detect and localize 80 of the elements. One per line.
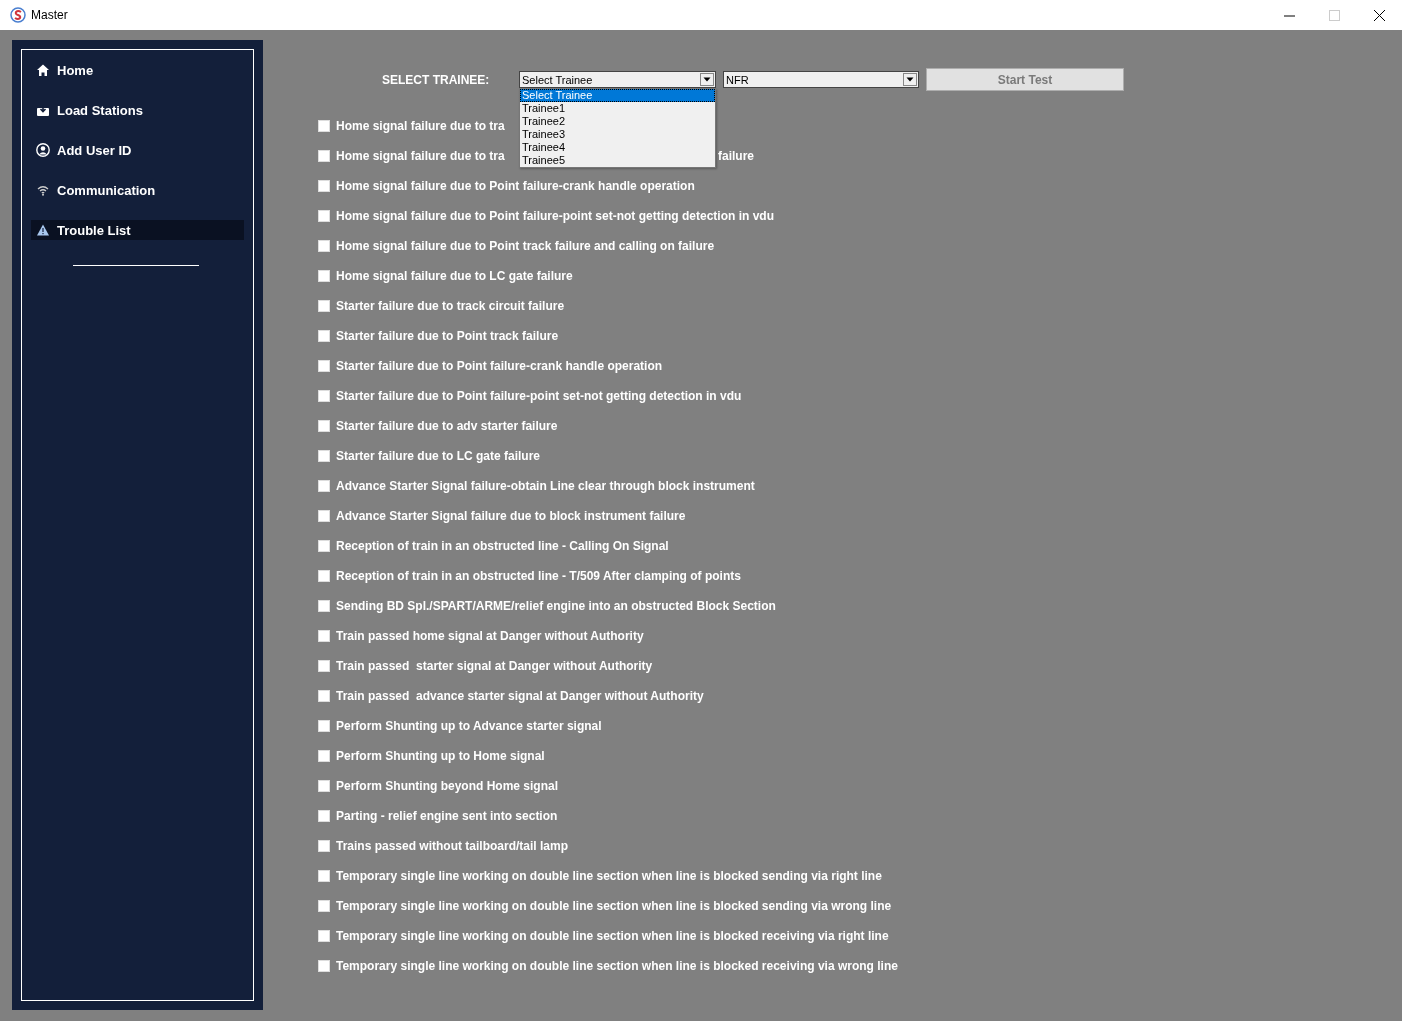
sidebar-item[interactable]: Communication xyxy=(31,180,244,200)
checkbox[interactable] xyxy=(318,600,330,612)
checkbox[interactable] xyxy=(318,960,330,972)
trouble-label: Starter failure due to Point track failure xyxy=(336,329,559,343)
trouble-label: Advance Starter Signal failure-obtain Line clear through block instrument xyxy=(336,479,755,493)
checkbox[interactable] xyxy=(318,180,330,192)
trouble-label: Perform Shunting up to Home signal xyxy=(336,749,545,763)
trouble-label: Temporary single line working on double line section when line is blocked sending via right line xyxy=(336,869,882,883)
trouble-label: Home signal failure due to Point failure-point set-not getting detection in vdu xyxy=(336,209,774,223)
trouble-label: Starter failure due to track circuit failure xyxy=(336,299,565,313)
checkbox[interactable] xyxy=(318,870,330,882)
trouble-label: Parting - relief engine sent into section xyxy=(336,809,558,823)
trouble-label: Home signal failure due to tra xyxy=(336,149,505,163)
trouble-label: Starter failure due to Point failure-crank handle operation xyxy=(336,359,663,373)
trouble-label: Reception of train in an obstructed line - T/509 After clamping of points xyxy=(336,569,741,583)
checkbox[interactable] xyxy=(318,810,330,822)
checkbox[interactable] xyxy=(318,570,330,582)
dropdown-option[interactable]: Trainee4 xyxy=(520,141,715,154)
checkbox[interactable] xyxy=(318,690,330,702)
trouble-label: Temporary single line working on double line section when line is blocked receiving via right line xyxy=(336,929,889,943)
trouble-label: Temporary single line working on double line section when line is blocked sending via wrong line xyxy=(336,899,892,913)
maximize-icon[interactable] xyxy=(1329,9,1340,21)
user-icon xyxy=(36,143,50,157)
app-logo-icon xyxy=(10,7,26,23)
trouble-label: Starter failure due to adv starter failure xyxy=(336,419,558,433)
checkbox[interactable] xyxy=(318,390,330,402)
trouble-label: Sending BD Spl./SPART/ARME/relief engine into an obstructed Block Section xyxy=(336,599,776,613)
close-icon[interactable] xyxy=(1374,9,1385,21)
trouble-label: Home signal failure due to Point track failure and calling on failure xyxy=(336,239,715,253)
wifi-icon xyxy=(36,183,50,197)
checkbox[interactable] xyxy=(318,540,330,552)
trouble-label: Train passed home signal at Danger without Authority xyxy=(336,629,644,643)
checkbox[interactable] xyxy=(318,510,330,522)
checkbox[interactable] xyxy=(318,150,330,162)
checkbox[interactable] xyxy=(318,300,330,312)
warning-icon xyxy=(36,223,50,237)
dropdown-option[interactable]: Trainee5 xyxy=(520,154,715,167)
checkbox[interactable] xyxy=(318,900,330,912)
checkbox[interactable] xyxy=(318,330,330,342)
checkbox[interactable] xyxy=(318,840,330,852)
trouble-label: Home signal failure due to tra xyxy=(336,119,505,133)
mode-dropdown[interactable]: NFR xyxy=(723,71,919,88)
sidebar-item[interactable]: Add User ID xyxy=(31,140,244,160)
checkbox[interactable] xyxy=(318,120,330,132)
dropdown-option[interactable]: Select Trainee xyxy=(520,89,715,102)
checkbox[interactable] xyxy=(318,720,330,732)
trouble-label: Perform Shunting beyond Home signal xyxy=(336,779,559,793)
home-icon xyxy=(36,63,50,77)
trouble-label: Advance Starter Signal failure due to block instrument failure xyxy=(336,509,686,523)
trouble-label: failure xyxy=(718,149,754,163)
checkbox[interactable] xyxy=(318,930,330,942)
trouble-label: Train passed advance starter signal at Danger without Authority xyxy=(336,689,704,703)
checkbox[interactable] xyxy=(318,450,330,462)
dropdown-option[interactable]: Trainee1 xyxy=(520,102,715,115)
sidebar-item[interactable]: Trouble List xyxy=(31,220,244,240)
checkbox[interactable] xyxy=(318,630,330,642)
trouble-label: Starter failure due to LC gate failure xyxy=(336,449,541,463)
checkbox[interactable] xyxy=(318,210,330,222)
sidebar-item[interactable]: Home xyxy=(31,60,244,80)
checkbox[interactable] xyxy=(318,270,330,282)
checkbox[interactable] xyxy=(318,780,330,792)
checkbox[interactable] xyxy=(318,420,330,432)
trouble-label: Starter failure due to Point failure-point set-not getting detection in vdu xyxy=(336,389,742,403)
trouble-label: Home signal failure due to LC gate failure xyxy=(336,269,573,283)
dropdown-option[interactable]: Trainee2 xyxy=(520,115,715,128)
trouble-label: Reception of train in an obstructed line - Calling On Signal xyxy=(336,539,669,553)
trouble-label: Train passed starter signal at Danger without Authority xyxy=(336,659,653,673)
trouble-label: Home signal failure due to Point failure-crank handle operation xyxy=(336,179,695,193)
window-title: Master xyxy=(31,8,68,22)
checkbox[interactable] xyxy=(318,240,330,252)
trouble-label: Temporary single line working on double line section when line is blocked receiving via wrong line xyxy=(336,959,898,973)
checkbox[interactable] xyxy=(318,660,330,672)
dropdown-option[interactable]: Trainee3 xyxy=(520,128,715,141)
checkbox[interactable] xyxy=(318,480,330,492)
checkbox[interactable] xyxy=(318,360,330,372)
trouble-label: Perform Shunting up to Advance starter signal xyxy=(336,719,602,733)
select-trainee-label: SELECT TRAINEE: xyxy=(382,72,491,87)
trouble-label: Trains passed without tailboard/tail lamp xyxy=(336,839,569,853)
checkbox[interactable] xyxy=(318,750,330,762)
sidebar-item[interactable]: Load Stations xyxy=(31,100,244,120)
